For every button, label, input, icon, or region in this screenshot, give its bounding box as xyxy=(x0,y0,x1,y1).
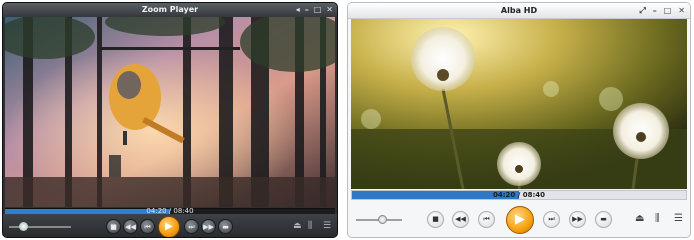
open-folder-icon[interactable]: ▬ xyxy=(595,211,612,228)
volume-knob[interactable] xyxy=(378,215,387,224)
eject-icon[interactable]: ⏏ xyxy=(635,213,644,224)
volume-slider[interactable] xyxy=(9,222,71,231)
control-bar: ■ ◀◀ ⏮ ▶ ⏭ ▶▶ ▬ ⏏ ⫼ ☰ xyxy=(3,214,337,237)
video-area[interactable] xyxy=(351,19,687,189)
previous-icon[interactable]: ⏮ xyxy=(478,211,495,228)
fast-forward-icon[interactable]: ▶▶ xyxy=(201,219,216,234)
window-controls: ◂ – □ ✕ xyxy=(296,3,333,17)
volume-slider[interactable] xyxy=(356,215,402,224)
playlist-icon[interactable]: ☰ xyxy=(323,221,331,231)
playlist-icon[interactable]: ☰ xyxy=(674,213,683,224)
close-icon[interactable]: ✕ xyxy=(678,3,685,18)
stop-icon[interactable]: ■ xyxy=(106,219,121,234)
volume-knob[interactable] xyxy=(19,222,28,231)
next-icon[interactable]: ⏭ xyxy=(543,211,560,228)
time-display: 04:20 / 08:40 xyxy=(493,191,545,199)
previous-icon[interactable]: ⏮ xyxy=(140,219,155,234)
alba-hd-window: Alba HD ⤢ – □ ✕ 04:20 / 08:40 ■ ◀◀ ⏮ ▶ ⏭… xyxy=(347,2,691,238)
seek-bar[interactable]: 04:20 / 08:40 xyxy=(351,190,687,200)
play-icon[interactable]: ▶ xyxy=(158,216,180,237)
video-area[interactable] xyxy=(5,17,335,207)
window-title: Alba HD xyxy=(500,6,538,15)
window-title: Zoom Player xyxy=(141,5,199,14)
rewind-icon[interactable]: ◀◀ xyxy=(123,219,138,234)
minimize-icon[interactable]: – xyxy=(653,3,657,18)
stop-icon[interactable]: ■ xyxy=(427,211,444,228)
next-icon[interactable]: ⏭ xyxy=(184,219,199,234)
zoom-player-window: Zoom Player ◂ – □ ✕ 04:20 / 08:40 ■ ◀◀ ⏮… xyxy=(2,2,338,238)
minimize-icon[interactable]: – xyxy=(305,3,309,17)
maximize-icon[interactable]: □ xyxy=(314,3,322,17)
open-folder-icon[interactable]: ▬ xyxy=(218,219,233,234)
video-frame-forest-helicopter xyxy=(5,17,335,207)
window-controls: ⤢ – □ ✕ xyxy=(639,3,685,18)
rewind-icon[interactable]: ◀◀ xyxy=(452,211,469,228)
control-bar: ■ ◀◀ ⏮ ▶ ⏭ ▶▶ ▬ ⏏ ⫼ ☰ xyxy=(348,201,690,237)
fullscreen-icon[interactable]: ⤢ xyxy=(639,3,645,18)
eject-icon[interactable]: ⏏ xyxy=(293,221,302,231)
title-bar[interactable]: Alba HD ⤢ – □ ✕ xyxy=(348,3,690,19)
video-frame-dandelions xyxy=(351,19,687,189)
pin-icon[interactable]: ◂ xyxy=(296,3,300,17)
equalizer-icon[interactable]: ⫼ xyxy=(308,221,312,231)
maximize-icon[interactable]: □ xyxy=(664,3,672,18)
fast-forward-icon[interactable]: ▶▶ xyxy=(569,211,586,228)
close-icon[interactable]: ✕ xyxy=(326,3,333,17)
equalizer-icon[interactable]: ⫼ xyxy=(655,213,660,224)
play-icon[interactable]: ▶ xyxy=(506,206,534,234)
title-bar[interactable]: Zoom Player ◂ – □ ✕ xyxy=(3,3,337,17)
